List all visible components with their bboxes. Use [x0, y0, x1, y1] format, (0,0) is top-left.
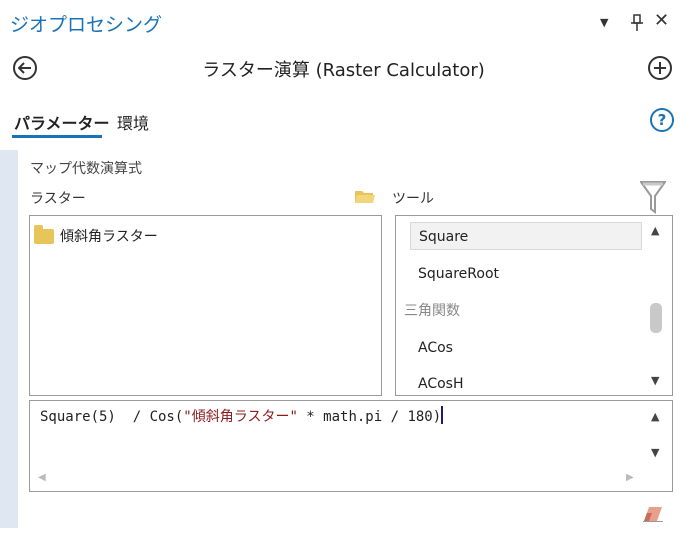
- tool-category-trig: 三角関数: [404, 303, 460, 319]
- raster-layer-icon: [34, 224, 54, 244]
- open-folder-icon[interactable]: [354, 188, 376, 208]
- filter-icon[interactable]: [639, 180, 667, 218]
- close-icon[interactable]: ✕: [654, 10, 669, 31]
- scroll-down-arrow[interactable]: ▼: [651, 374, 659, 387]
- tool-item-squareroot[interactable]: SquareRoot: [410, 262, 642, 286]
- editor-scroll-right[interactable]: ▶: [626, 472, 634, 483]
- tool-item-acosh[interactable]: ACosH: [410, 372, 642, 396]
- expression-raster-ref: "傾斜角ラスター": [183, 409, 298, 425]
- expression-part-2: * math.pi / 180): [297, 409, 442, 425]
- pane-title: ジオプロセシング: [10, 14, 163, 36]
- clear-eraser-icon[interactable]: [642, 506, 664, 522]
- expression-part-1: Square(5) / Cos(: [40, 409, 184, 425]
- editor-scroll-down[interactable]: ▼: [651, 446, 659, 459]
- active-tab-indicator: [12, 135, 102, 138]
- editor-scroll-up[interactable]: ▲: [651, 410, 659, 423]
- side-strip: [0, 150, 18, 528]
- help-icon[interactable]: ?: [650, 108, 674, 132]
- raster-item-label: 傾斜角ラスター: [60, 229, 158, 245]
- text-caret: [441, 406, 444, 424]
- rasters-label: ラスター: [30, 191, 86, 207]
- tab-environments[interactable]: 環境: [117, 110, 149, 134]
- editor-scroll-left[interactable]: ◀: [38, 472, 46, 483]
- tool-item-acos[interactable]: ACos: [410, 336, 642, 360]
- expression-section-label: マップ代数演算式: [30, 161, 142, 177]
- pane-menu-icon[interactable]: ▼: [600, 16, 608, 29]
- scrollbar-thumb[interactable]: [650, 303, 662, 333]
- tab-parameters[interactable]: パラメーター: [14, 110, 110, 134]
- tools-label: ツール: [392, 191, 434, 207]
- pin-icon[interactable]: [630, 14, 644, 36]
- plus-icon[interactable]: [648, 56, 672, 80]
- tool-item-square[interactable]: Square: [410, 222, 642, 250]
- expression-text[interactable]: Square(5) / Cos("傾斜角ラスター" * math.pi / 18…: [40, 406, 444, 426]
- tool-title: ラスター演算 (Raster Calculator): [202, 60, 485, 81]
- scroll-up-arrow[interactable]: ▲: [651, 224, 659, 237]
- raster-list-item[interactable]: 傾斜角ラスター: [34, 224, 158, 246]
